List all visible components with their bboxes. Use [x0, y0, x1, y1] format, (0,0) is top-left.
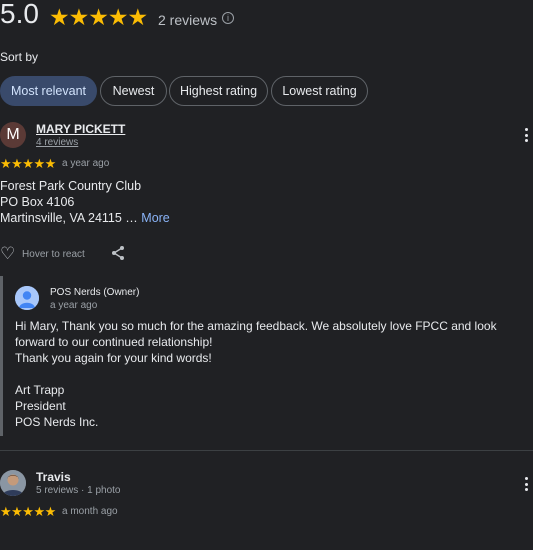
overall-rating: 5.0	[0, 0, 39, 29]
review-time: a month ago	[62, 506, 118, 517]
sort-newest-chip[interactable]: Newest	[100, 76, 167, 106]
sort-most-relevant-chip[interactable]: Most relevant	[0, 76, 97, 106]
review-line: PO Box 4106	[0, 195, 75, 209]
reviewer-avatar[interactable]: M	[0, 122, 26, 148]
reply-indicator-bar	[0, 276, 3, 436]
reviewer-review-count[interactable]: 5 reviews · 1 photo	[36, 485, 121, 496]
heart-icon[interactable]: ♡	[0, 244, 15, 264]
reply-line	[15, 366, 527, 382]
divider	[0, 450, 533, 451]
reply-line: Thank you again for your kind words!	[15, 351, 212, 365]
review-stars: ★★★★★	[0, 504, 56, 519]
reviewer-avatar[interactable]	[0, 470, 26, 496]
review-line: Martinsville, VA 24115 …	[0, 211, 138, 225]
review-count[interactable]: 2 reviews	[158, 12, 217, 28]
sort-by-label: Sort by	[0, 50, 39, 64]
sort-lowest-rating-chip[interactable]: Lowest rating	[271, 76, 368, 106]
info-icon[interactable]: i	[222, 12, 234, 24]
owner-reply-time: a year ago	[50, 300, 98, 311]
review-text: Forest Park Country Club PO Box 4106 Mar…	[0, 178, 170, 226]
more-options-icon[interactable]	[525, 128, 529, 145]
review-line: Forest Park Country Club	[0, 179, 142, 193]
more-options-icon[interactable]	[525, 477, 529, 494]
reviewer-name[interactable]: MARY PICKETT	[36, 122, 125, 136]
reply-line: President	[15, 399, 66, 413]
review-time: a year ago	[62, 158, 110, 169]
reply-line: Art Trapp	[15, 383, 65, 397]
react-row[interactable]: ♡ Hover to react	[0, 244, 85, 264]
owner-name: POS Nerds (Owner)	[50, 287, 140, 298]
owner-reply-text: Hi Mary, Thank you so much for the amazi…	[15, 318, 527, 430]
overall-stars: ★★★★★	[49, 4, 148, 30]
react-label: Hover to react	[22, 248, 85, 260]
reply-line: Hi Mary, Thank you so much for the amazi…	[15, 319, 497, 349]
owner-avatar-icon	[15, 286, 39, 310]
share-icon[interactable]	[110, 245, 126, 261]
reviewer-name[interactable]: Travis	[36, 470, 71, 484]
reply-line: POS Nerds Inc.	[15, 415, 99, 429]
review-stars: ★★★★★	[0, 156, 56, 171]
more-link[interactable]: More	[141, 211, 169, 225]
reviewer-review-count[interactable]: 4 reviews	[36, 137, 78, 148]
sort-highest-rating-chip[interactable]: Highest rating	[169, 76, 268, 106]
